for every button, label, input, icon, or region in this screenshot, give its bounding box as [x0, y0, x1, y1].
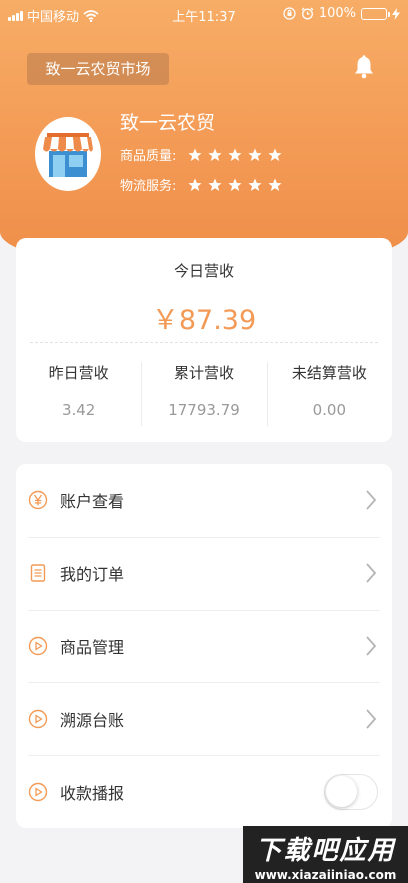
star-icon [188, 148, 202, 161]
star-icon [228, 148, 242, 161]
play-circle-icon [28, 709, 48, 729]
toggle-knob [326, 775, 357, 807]
play-circle-icon [28, 782, 48, 802]
rating-row-quality: 商品质量: [120, 145, 282, 164]
shop-name: 致一云农贸 [120, 112, 216, 134]
star-icon [228, 178, 242, 191]
stat-label: 昨日营收 [48, 364, 109, 382]
star-icon [268, 178, 282, 191]
menu-item-orders[interactable]: 我的订单 [16, 536, 392, 610]
rating-stars [188, 148, 282, 162]
star-icon [248, 178, 262, 191]
stat-unsettled: 未结算营收 0.00 [266, 358, 392, 426]
star-icon [248, 148, 262, 161]
bell-icon[interactable] [353, 55, 375, 79]
stat-value: 3.42 [61, 401, 96, 419]
battery-percent: 100% [318, 6, 356, 21]
play-circle-icon [28, 636, 48, 656]
rating-row-logistics: 物流服务: [120, 175, 282, 194]
alarm-icon [301, 7, 314, 20]
rotation-lock-icon [283, 7, 296, 20]
chevron-right-icon [366, 563, 377, 583]
star-icon [188, 178, 202, 191]
rating-label: 物流服务: [120, 179, 177, 194]
menu-item-traceability[interactable]: 溯源台账 [16, 682, 392, 755]
battery-icon [361, 7, 390, 20]
storefront-icon [43, 133, 93, 177]
today-revenue-value: ￥87.39 [151, 305, 257, 336]
stat-total: 累计营收 17793.79 [141, 358, 266, 426]
menu-item-label: 收款播报 [60, 783, 125, 803]
watermark: 下载吧应用 www.xiazaiiniao.com [243, 826, 408, 883]
menu-item-products[interactable]: 商品管理 [16, 609, 392, 683]
today-revenue-label: 今日营收 [173, 262, 234, 280]
yen-circle-icon [28, 490, 48, 510]
menu-item-label: 溯源台账 [60, 710, 125, 730]
menu-item-account[interactable]: 账户查看 [16, 464, 392, 537]
rating-stars [188, 178, 282, 192]
revenue-card: 今日营收 ￥87.39 昨日营收 3.42 累计营收 17793.79 未结算营… [16, 238, 392, 442]
shop-avatar[interactable] [35, 117, 101, 191]
charging-bolt-icon [392, 7, 400, 20]
menu-item-payment-broadcast: 收款播报 [16, 755, 392, 828]
star-icon [208, 148, 222, 161]
menu-card: 账户查看 我的订单 商品管理 溯源台账 收款播报 [16, 464, 392, 828]
stat-label: 未结算营收 [291, 364, 367, 382]
menu-item-label: 账户查看 [60, 492, 125, 512]
status-bar: 中国移动 上午11:37 100% [0, 0, 408, 28]
dashed-divider [30, 342, 378, 343]
menu-item-label: 商品管理 [60, 637, 125, 657]
status-right: 100% [283, 6, 400, 21]
chevron-right-icon [366, 490, 377, 510]
star-icon [268, 148, 282, 161]
star-icon [208, 178, 222, 191]
stat-yesterday: 昨日营收 3.42 [16, 358, 141, 419]
order-list-icon [28, 563, 48, 583]
rating-label: 商品质量: [120, 149, 177, 164]
chevron-right-icon [366, 709, 377, 729]
menu-item-label: 我的订单 [60, 565, 125, 585]
stat-value: 17793.79 [168, 401, 240, 419]
payment-broadcast-toggle[interactable] [324, 773, 378, 810]
watermark-url: www.xiazaiiniao.com [254, 868, 397, 882]
stat-label: 累计营收 [173, 364, 234, 382]
watermark-title: 下载吧应用 [255, 836, 396, 866]
chevron-right-icon [366, 636, 377, 656]
stat-value: 0.00 [312, 401, 347, 419]
market-name-tag[interactable]: 致一云农贸市场 [27, 53, 169, 85]
revenue-stats: 昨日营收 3.42 累计营收 17793.79 未结算营收 0.00 [16, 358, 392, 426]
